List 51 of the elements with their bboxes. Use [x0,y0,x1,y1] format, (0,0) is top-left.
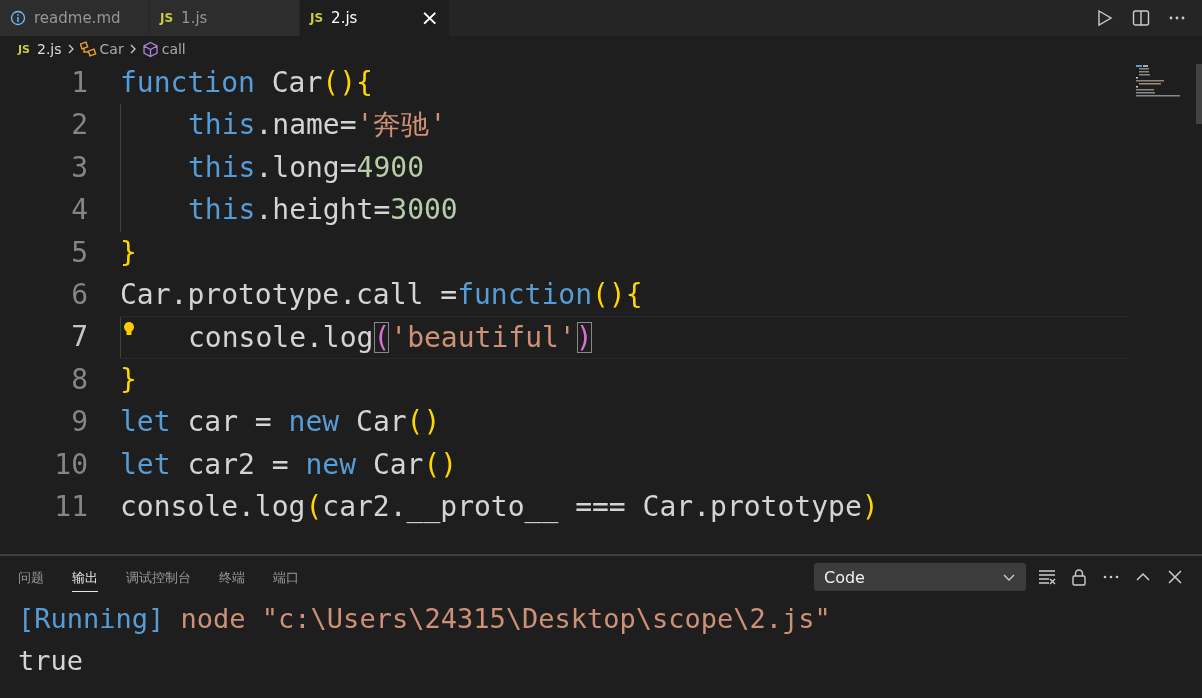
code-line: this.long=4900 [188,149,425,186]
line-number: 2 [71,108,88,142]
breadcrumb-item[interactable]: 2.js [37,41,62,57]
output-channel-dropdown[interactable]: Code [814,563,1026,591]
line-number: 1 [71,66,88,99]
line-number: 11 [54,489,88,523]
line-number: 3 [71,150,88,184]
close-icon[interactable]: × [420,7,439,29]
lightbulb-icon [123,321,135,337]
panel-tab[interactable]: 输出 [72,562,98,592]
code-line: } [120,361,137,398]
panel-tab[interactable]: 端口 [273,562,299,592]
info-icon [10,10,26,26]
breadcrumb-item[interactable]: call [161,41,186,57]
run-icon[interactable] [1096,9,1114,27]
panel-tab[interactable]: 调试控制台 [126,562,191,592]
editor-tab[interactable]: readme.md [0,0,150,36]
code-line: console.log(car2.__proto__ === Car.prototype) [120,488,879,525]
editor-tab[interactable]: JS 1.js [150,0,300,36]
line-number: 7 [71,320,88,354]
code-line: console.log('beautiful') [188,320,593,357]
line-number: 10 [54,447,88,481]
js-file-icon: JS [310,11,324,25]
class-symbol-icon [79,40,97,58]
js-file-icon: JS [160,11,174,25]
scrollbar[interactable] [1196,64,1202,124]
output-line: true [18,645,84,676]
panel-tab[interactable]: 终端 [219,562,245,592]
line-number: 5 [71,235,88,269]
code-line: } [120,234,137,271]
lock-icon[interactable] [1070,568,1088,586]
breadcrumb-item[interactable]: Car [99,41,124,57]
line-number: 9 [71,405,88,439]
editor-tab[interactable]: JS 2.js × [300,0,450,36]
panel-tab[interactable]: 问题 [18,562,44,592]
code-line: Car.prototype.call =function(){ [120,276,643,313]
code-line: function Car(){ [120,65,373,101]
cube-icon [141,40,159,58]
line-number: 8 [71,362,88,396]
output-line: [Running] node "c:\Users\24315\Desktop\scope\2.js" [18,603,831,634]
code-line: let car2 = new Car() [120,446,458,483]
close-icon[interactable] [1166,568,1184,586]
split-editor-icon[interactable] [1132,9,1150,27]
code-line: let car = new Car() [120,404,441,441]
line-number: 6 [71,277,88,311]
code-line: this.name='奔驰' [188,107,447,144]
line-number: 4 [71,193,88,227]
code-line: this.height=3000 [188,192,458,229]
clear-output-icon[interactable] [1038,568,1056,586]
minimap-drawing [1136,65,1182,97]
js-file-icon: JS [18,42,30,56]
